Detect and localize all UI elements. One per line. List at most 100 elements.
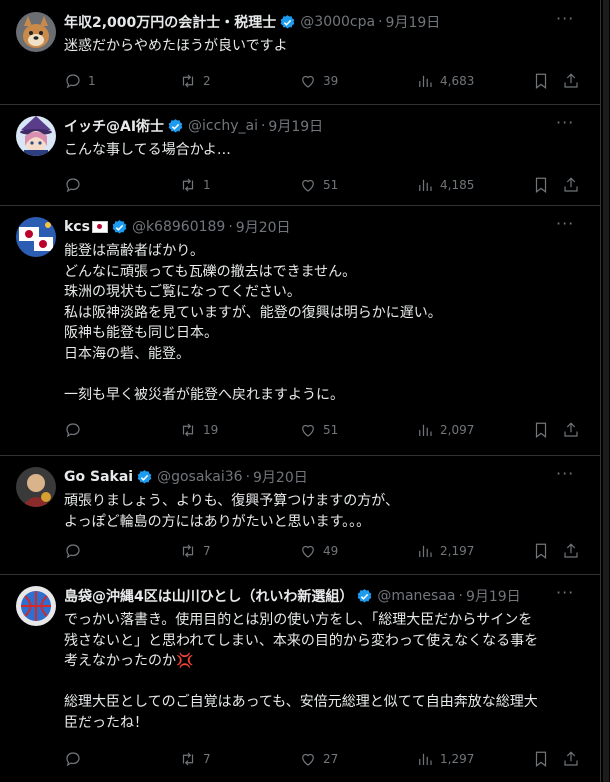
share-button[interactable] <box>562 176 580 194</box>
retweet-button[interactable]: 2 <box>179 72 211 90</box>
anime-avatar-image <box>16 116 56 156</box>
avatar[interactable] <box>16 12 56 52</box>
bookmark-button[interactable] <box>532 542 550 560</box>
verified-badge-icon <box>280 14 295 29</box>
tweet-date[interactable]: 9月20日 <box>236 217 291 237</box>
bookmark-button[interactable] <box>532 750 550 768</box>
retweet-button[interactable]: 1 <box>179 176 211 194</box>
scrollbar[interactable] <box>601 0 610 782</box>
views-button[interactable]: 4,683 <box>416 72 474 90</box>
author-name[interactable]: 島袋@沖縄4区は山川ひとし（れいわ新選組） <box>64 586 353 606</box>
reply-button[interactable] <box>64 542 88 560</box>
verified-badge-icon <box>358 588 372 603</box>
like-icon <box>302 75 314 88</box>
share-icon <box>564 73 578 88</box>
japan-flag-icon <box>91 221 108 233</box>
photo-avatar-image <box>16 467 56 507</box>
bookmark-button[interactable] <box>532 72 550 90</box>
reply-icon <box>66 74 80 89</box>
reply-button[interactable] <box>64 421 88 439</box>
tweet-header: kcs @k68960189 · 9月20日 <box>64 217 560 237</box>
author-name[interactable]: イッチ@AI術士 <box>64 116 164 136</box>
bookmark-icon <box>535 73 547 89</box>
bookmark-button[interactable] <box>532 421 550 439</box>
more-icon[interactable]: ··· <box>556 11 574 30</box>
like-icon <box>302 753 314 766</box>
flag-avatar-image <box>16 217 56 257</box>
author-name[interactable]: Go Sakai <box>64 469 133 485</box>
like-button[interactable]: 27 <box>299 750 338 768</box>
avatar[interactable] <box>16 217 56 257</box>
author-handle[interactable]: @icchy_ai <box>188 118 258 134</box>
tweet-date[interactable]: 9月19日 <box>268 116 323 136</box>
tweet-text-line: 総理大臣としてのご自覚はあっても、安倍元総理と似てて自由奔放な総理大 <box>64 694 538 711</box>
reply-button[interactable] <box>64 176 88 194</box>
timeline-feed: 年収2,000万円の会計士・税理士 @3000cpa · 9月19日 ··· 迷… <box>0 0 601 782</box>
views-button[interactable]: 4,185 <box>416 176 474 194</box>
tweet-text-line: 考えなかったのか💢 <box>64 651 580 672</box>
share-button[interactable] <box>562 750 580 768</box>
author-handle[interactable]: @3000cpa <box>300 14 375 30</box>
author-name[interactable]: 年収2,000万円の会計士・税理士 <box>64 12 276 32</box>
more-icon[interactable]: ··· <box>556 216 574 235</box>
tweet[interactable]: Go Sakai @gosakai36 · 9月20日 ··· 頑張りましょう、… <box>0 455 600 575</box>
share-button[interactable] <box>562 421 580 439</box>
reply-button[interactable]: 1 <box>64 72 96 90</box>
like-button[interactable]: 51 <box>299 176 338 194</box>
retweet-count: 7 <box>203 544 211 558</box>
retweet-button[interactable]: 7 <box>179 542 211 560</box>
tweet-text-line: 残さないと」と思われてしまい、本来の目的から変わって使えなくなる事を <box>64 632 539 649</box>
author-handle[interactable]: @k68960189 <box>132 219 225 235</box>
more-icon[interactable]: ··· <box>556 115 574 134</box>
tweet-actions: 7 27 1,297 <box>60 749 590 769</box>
retweet-icon <box>182 752 194 766</box>
tweet[interactable]: 島袋@沖縄4区は山川ひとし（れいわ新選組） @manesaa · 9月19日 ·… <box>0 574 600 782</box>
retweet-button[interactable]: 19 <box>179 421 218 439</box>
like-count: 51 <box>323 178 339 192</box>
views-button[interactable]: 2,197 <box>416 542 474 560</box>
tweet-text: 迷惑だからやめたほうが良いですよ <box>64 38 288 54</box>
view-count: 4,683 <box>440 74 475 88</box>
view-count: 2,097 <box>440 423 475 437</box>
tweet-date[interactable]: 9月19日 <box>466 586 521 606</box>
like-icon <box>302 424 314 437</box>
author-name[interactable]: kcs <box>64 219 90 235</box>
reply-button[interactable] <box>64 750 88 768</box>
bookmark-icon <box>535 751 547 767</box>
tweet-header: イッチ@AI術士 @icchy_ai · 9月19日 <box>64 116 560 136</box>
tweet[interactable]: 年収2,000万円の会計士・税理士 @3000cpa · 9月19日 ··· 迷… <box>0 0 600 105</box>
more-icon[interactable]: ··· <box>556 466 574 485</box>
anger-emoji-icon: 💢 <box>176 653 194 670</box>
scrollbar-thumb[interactable] <box>603 0 609 782</box>
avatar[interactable] <box>16 467 56 507</box>
share-button[interactable] <box>562 72 580 90</box>
author-handle[interactable]: @manesaa <box>377 588 455 604</box>
like-button[interactable]: 51 <box>299 421 338 439</box>
avatar[interactable] <box>16 116 56 156</box>
retweet-icon <box>182 178 194 192</box>
tweet-date[interactable]: 9月20日 <box>253 467 308 487</box>
share-icon <box>564 422 578 437</box>
views-button[interactable]: 2,097 <box>416 421 474 439</box>
avatar[interactable] <box>16 586 56 626</box>
retweet-button[interactable]: 7 <box>179 750 211 768</box>
tweet-date[interactable]: 9月19日 <box>386 12 441 32</box>
tweet[interactable]: イッチ@AI術士 @icchy_ai · 9月19日 ··· こんな事してる場合… <box>0 104 600 206</box>
bookmark-button[interactable] <box>532 176 550 194</box>
like-count: 49 <box>323 544 339 558</box>
author-handle[interactable]: @gosakai36 <box>157 469 242 485</box>
retweet-icon <box>182 74 194 88</box>
like-count: 27 <box>323 752 339 766</box>
tweet[interactable]: kcs @k68960189 · 9月20日 ··· 能登は高齢者ばかり。 どん… <box>0 205 600 456</box>
share-button[interactable] <box>562 542 580 560</box>
like-button[interactable]: 39 <box>299 72 338 90</box>
more-icon[interactable]: ··· <box>556 585 574 604</box>
views-button[interactable]: 1,297 <box>416 750 474 768</box>
view-count: 1,297 <box>440 752 475 766</box>
like-button[interactable]: 49 <box>299 542 338 560</box>
bookmark-icon <box>535 177 547 193</box>
retweet-icon <box>182 423 194 437</box>
reply-icon <box>66 178 80 193</box>
reply-icon <box>66 752 80 767</box>
reply-icon <box>66 423 80 438</box>
